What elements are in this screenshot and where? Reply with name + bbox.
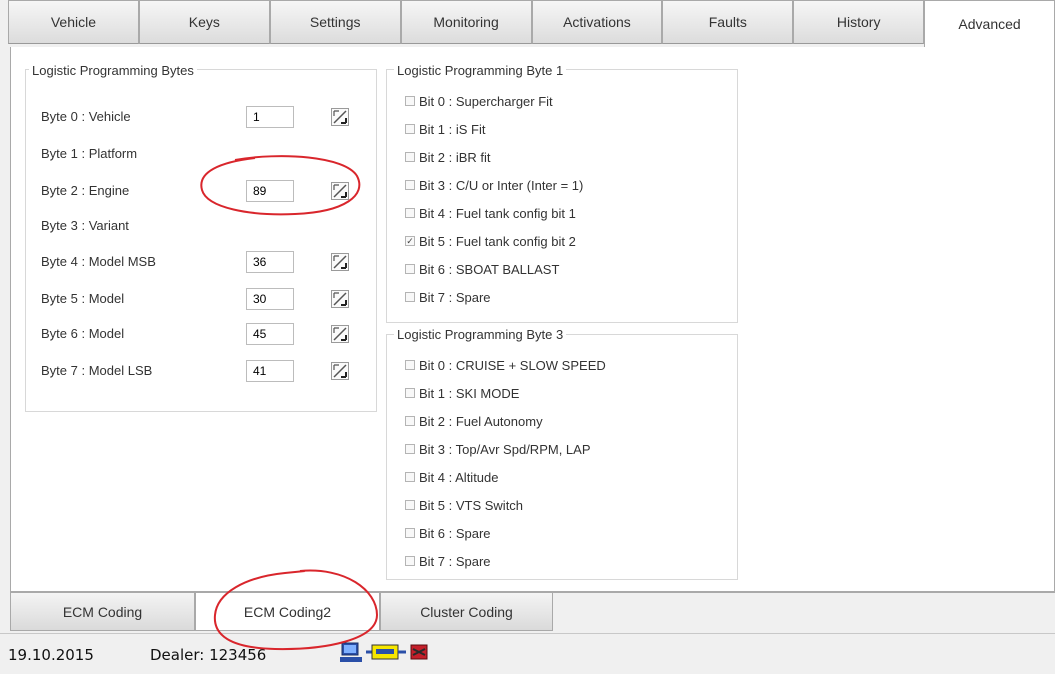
- byte-label: Byte 7 : Model LSB: [41, 363, 153, 378]
- tab-ecm-coding[interactable]: ECM Coding: [10, 593, 195, 631]
- byte1-bit-list: Bit 0 : Supercharger Fit Bit 1 : iS Fit Bi…: [405, 87, 583, 311]
- byte-value-input[interactable]: [246, 323, 294, 345]
- annotation-circle-engine: [200, 155, 361, 216]
- bit-checkbox-row[interactable]: Bit 5 : VTS Switch: [405, 491, 606, 519]
- byte-label: Byte 5 : Model: [41, 291, 125, 306]
- bit-label: Bit 2 : Fuel Autonomy: [419, 413, 543, 429]
- checkbox[interactable]: [405, 152, 415, 162]
- bit-label: Bit 2 : iBR fit: [419, 149, 491, 165]
- tab-advanced[interactable]: Advanced: [924, 0, 1055, 47]
- bit-checkbox-row[interactable]: Bit 4 : Fuel tank config bit 1: [405, 199, 583, 227]
- bit-label: Bit 4 : Altitude: [419, 469, 499, 485]
- bit-label: Bit 1 : iS Fit: [419, 121, 486, 137]
- byte-value-input[interactable]: [246, 251, 294, 273]
- status-bar: 19.10.2015 Dealer: 123456: [0, 633, 1055, 674]
- edit-value-icon[interactable]: [331, 290, 349, 308]
- bit-checkbox-row[interactable]: Bit 6 : SBOAT BALLAST: [405, 255, 583, 283]
- checkbox[interactable]: [405, 96, 415, 106]
- bit-checkbox-row[interactable]: ✓ Bit 5 : Fuel tank config bit 2: [405, 227, 583, 255]
- bit-label: Bit 3 : C/U or Inter (Inter = 1): [419, 177, 584, 193]
- bit-label: Bit 1 : SKI MODE: [419, 385, 520, 401]
- top-tab-bar: Vehicle Keys Settings Monitoring Activat…: [8, 0, 1055, 47]
- tab-cluster-coding[interactable]: Cluster Coding: [380, 593, 553, 631]
- bit-label: Bit 5 : Fuel tank config bit 2: [419, 233, 576, 249]
- checkbox-checked[interactable]: ✓: [405, 236, 415, 246]
- bit-label: Bit 0 : CRUISE + SLOW SPEED: [419, 357, 606, 373]
- bit-checkbox-row[interactable]: Bit 3 : Top/Avr Spd/RPM, LAP: [405, 435, 606, 463]
- bit-checkbox-row[interactable]: Bit 1 : SKI MODE: [405, 379, 606, 407]
- checkbox[interactable]: [405, 388, 415, 398]
- edit-value-icon[interactable]: [331, 108, 349, 126]
- tab-vehicle[interactable]: Vehicle: [8, 0, 139, 44]
- byte-label: Byte 4 : Model MSB: [41, 254, 156, 269]
- status-date: 19.10.2015: [8, 646, 94, 664]
- bit-label: Bit 5 : VTS Switch: [419, 497, 524, 513]
- edit-value-icon[interactable]: [331, 253, 349, 271]
- tab-monitoring[interactable]: Monitoring: [400, 0, 532, 44]
- byte1-title: Logistic Programming Byte 1: [394, 63, 567, 78]
- checkbox[interactable]: [405, 500, 415, 510]
- byte3-bit-list: Bit 0 : CRUISE + SLOW SPEED Bit 1 : SKI M…: [405, 351, 606, 575]
- checkbox[interactable]: [405, 416, 415, 426]
- bit-checkbox-row[interactable]: Bit 4 : Altitude: [405, 463, 606, 491]
- checkbox[interactable]: [405, 292, 415, 302]
- tab-keys[interactable]: Keys: [138, 0, 270, 44]
- bit-label: Bit 6 : Spare: [419, 525, 491, 541]
- advanced-panel: Logistic Programming Bytes Logistic Prog…: [10, 47, 1055, 592]
- checkbox[interactable]: [405, 180, 415, 190]
- byte-label: Byte 3 : Variant: [41, 218, 129, 233]
- annotation-circle-ecm-coding2: [213, 569, 379, 651]
- byte-value-input[interactable]: [246, 288, 294, 310]
- bit-checkbox-row[interactable]: Bit 3 : C/U or Inter (Inter = 1): [405, 171, 583, 199]
- bit-label: Bit 7 : Spare: [419, 289, 491, 305]
- checkbox[interactable]: [405, 556, 415, 566]
- bit-label: Bit 3 : Top/Avr Spd/RPM, LAP: [419, 441, 591, 457]
- bit-label: Bit 0 : Supercharger Fit: [419, 93, 553, 109]
- byte-value-input[interactable]: [246, 360, 294, 382]
- checkbox[interactable]: [405, 124, 415, 134]
- tab-settings[interactable]: Settings: [269, 0, 401, 44]
- edit-value-icon[interactable]: [331, 362, 349, 380]
- checkbox[interactable]: [405, 444, 415, 454]
- checkbox[interactable]: [405, 528, 415, 538]
- bit-checkbox-row[interactable]: Bit 7 : Spare: [405, 547, 606, 575]
- byte-label: Byte 1 : Platform: [41, 146, 138, 161]
- checkbox[interactable]: [405, 472, 415, 482]
- byte3-title: Logistic Programming Byte 3: [394, 327, 567, 342]
- bit-label: Bit 7 : Spare: [419, 553, 491, 569]
- bit-checkbox-row[interactable]: Bit 2 : Fuel Autonomy: [405, 407, 606, 435]
- checkbox[interactable]: [405, 208, 415, 218]
- byte-value-input[interactable]: [246, 106, 294, 128]
- bottom-tab-bar: ECM Coding ECM Coding2 Cluster Coding: [10, 592, 1055, 631]
- car-engine-icon: [410, 644, 428, 660]
- checkbox[interactable]: [405, 360, 415, 370]
- bit-checkbox-row[interactable]: Bit 2 : iBR fit: [405, 143, 583, 171]
- edit-value-icon[interactable]: [331, 325, 349, 343]
- tab-faults[interactable]: Faults: [662, 0, 794, 44]
- bit-checkbox-row[interactable]: Bit 1 : iS Fit: [405, 115, 583, 143]
- byte-label: Byte 6 : Model: [41, 326, 125, 341]
- bit-label: Bit 6 : SBOAT BALLAST: [419, 261, 560, 277]
- logistic-bytes-title: Logistic Programming Bytes: [29, 63, 197, 78]
- tab-history[interactable]: History: [793, 0, 925, 44]
- tab-activations[interactable]: Activations: [531, 0, 663, 44]
- bit-checkbox-row[interactable]: Bit 0 : Supercharger Fit: [405, 87, 583, 115]
- byte-label: Byte 2 : Engine: [41, 183, 130, 198]
- bit-checkbox-row[interactable]: Bit 7 : Spare: [405, 283, 583, 311]
- bit-checkbox-row[interactable]: Bit 6 : Spare: [405, 519, 606, 547]
- byte-label: Byte 0 : Vehicle: [41, 109, 131, 124]
- checkbox[interactable]: [405, 264, 415, 274]
- bit-label: Bit 4 : Fuel tank config bit 1: [419, 205, 576, 221]
- bit-checkbox-row[interactable]: Bit 0 : CRUISE + SLOW SPEED: [405, 351, 606, 379]
